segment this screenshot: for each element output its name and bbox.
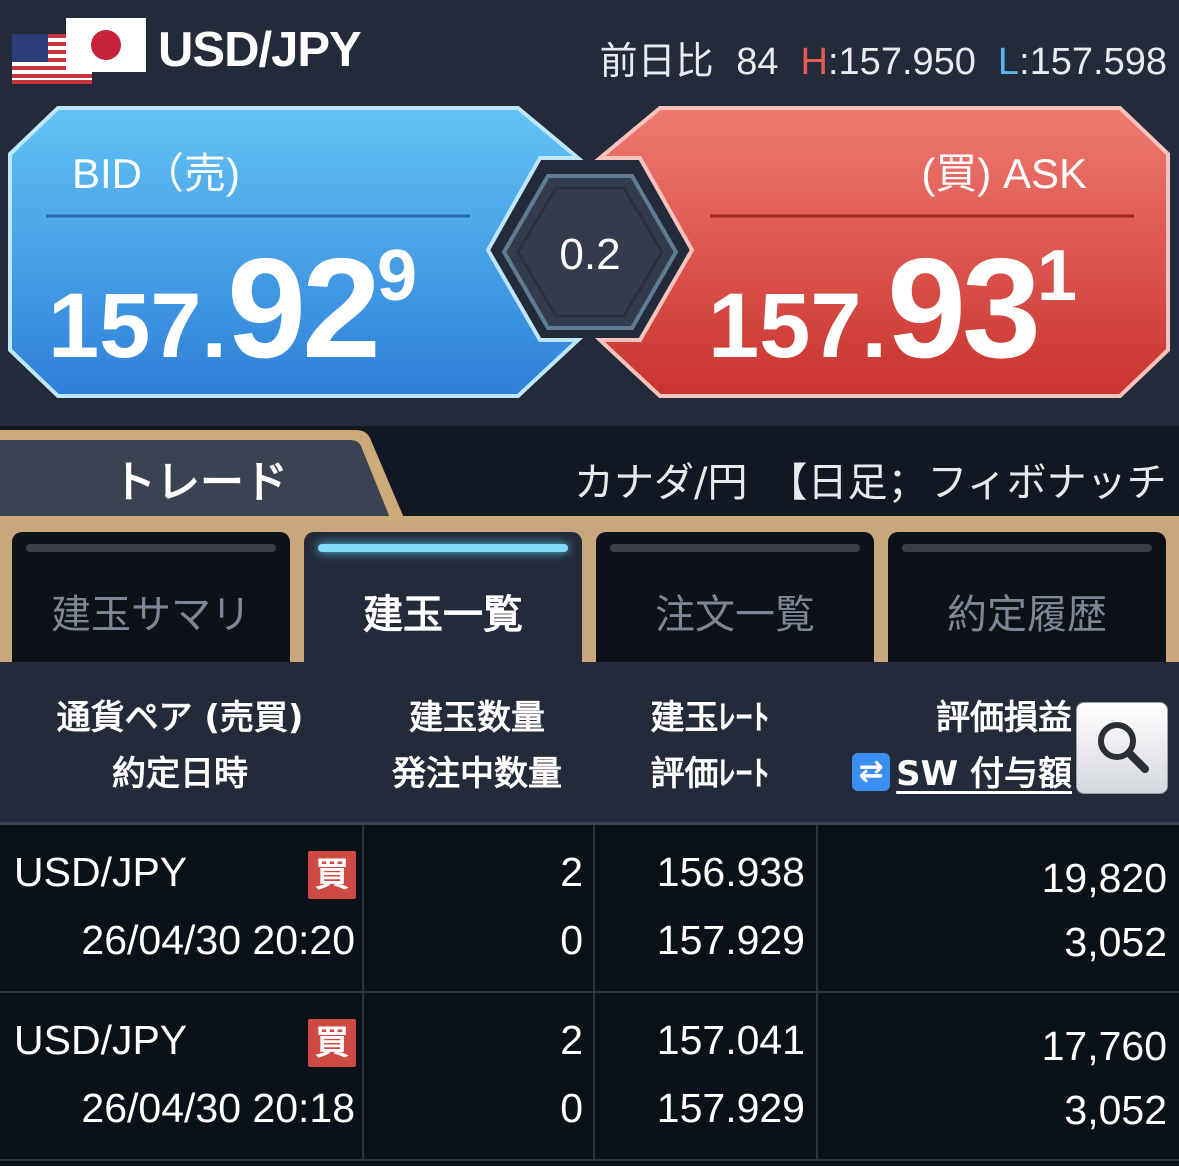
trade-tab-label: トレード	[112, 457, 288, 508]
swap-toggle[interactable]: ⇄ SW 付与額	[840, 746, 1072, 802]
change-value: 84	[736, 41, 779, 83]
tab-label: 建玉サマリ	[51, 592, 251, 638]
currency-pair-title: USD/JPY	[158, 23, 362, 77]
tab-indicator	[610, 544, 860, 552]
row-swap: 3,052	[1064, 919, 1167, 965]
tab-label: 約定履歴	[947, 592, 1107, 638]
row-datetime: 26/04/30 20:18	[81, 1085, 355, 1131]
row-datetime: 26/04/30 20:20	[81, 917, 355, 963]
high-value: 157.950	[838, 41, 976, 83]
column-divider	[816, 993, 818, 1161]
ask-price-pip: 1	[1037, 236, 1078, 316]
column-pnl: 評価損益 ⇄ SW 付与額	[840, 690, 1072, 802]
tab-indicator	[26, 544, 276, 552]
low-value: 157.598	[1029, 41, 1167, 83]
row-qty: 2	[560, 849, 583, 895]
tab-indicator	[902, 544, 1152, 552]
search-icon	[1098, 722, 1149, 773]
row-pair: USD/JPY	[14, 1017, 188, 1063]
swap-arrows-icon[interactable]: ⇄	[852, 752, 891, 791]
col-open-rate-label: 建玉ﾚｰﾄ	[650, 698, 770, 738]
daily-stats: 前日比 84 H:157.950 L:157.598	[599, 41, 1167, 83]
search-button[interactable]	[1076, 702, 1168, 794]
row-pending-qty: 0	[560, 917, 583, 963]
column-divider	[593, 993, 595, 1161]
row-swap: 3,052	[1064, 1087, 1167, 1133]
high-label: H	[800, 41, 828, 83]
col-swap-label[interactable]: SW 付与額	[896, 754, 1072, 794]
tab-order-list[interactable]: 注文一覧	[596, 532, 874, 662]
column-divider	[593, 825, 595, 993]
column-rate: 建玉ﾚｰﾄ 評価ﾚｰﾄ	[610, 690, 810, 802]
tab-label: 建玉一覧	[363, 592, 523, 638]
tab-position-summary[interactable]: 建玉サマリ	[12, 532, 290, 662]
row-pnl: 19,820	[1041, 855, 1167, 901]
column-divider	[362, 825, 364, 993]
col-eval-rate-label: 評価ﾚｰﾄ	[650, 754, 770, 794]
col-pending-label: 発注中数量	[392, 754, 562, 794]
tab-position-list[interactable]: 建玉一覧	[304, 532, 582, 662]
bid-price[interactable]: 157.929	[48, 238, 417, 380]
row-qty: 2	[560, 1017, 583, 1063]
ask-label: (買) ASK	[921, 150, 1087, 197]
change-label: 前日比	[599, 41, 714, 83]
column-divider	[816, 825, 818, 993]
column-quantity: 建玉数量 発注中数量	[372, 690, 582, 802]
row-eval-rate: 157.929	[656, 917, 805, 963]
row-eval-rate: 157.929	[656, 1085, 805, 1131]
table-row[interactable]: USD/JPY 買 26/04/30 20:18 2 0 157.041 157…	[0, 993, 1179, 1161]
buy-badge: 買	[308, 851, 356, 899]
table-row[interactable]: USD/JPY 買 26/04/30 20:20 2 0 156.938 157…	[0, 825, 1179, 993]
column-divider	[362, 993, 364, 1161]
tab-execution-history[interactable]: 約定履歴	[888, 532, 1166, 662]
tab-indicator-active	[318, 544, 568, 552]
col-pair-label: 通貨ペア (売買)	[56, 698, 304, 738]
row-pnl: 17,760	[1041, 1023, 1167, 1069]
bid-price-prefix: 157.	[48, 275, 228, 377]
col-pnl-label: 評価損益	[936, 698, 1072, 738]
jp-flag-icon	[66, 18, 146, 72]
bid-price-pip: 9	[377, 236, 418, 316]
row-pair: USD/JPY	[14, 849, 188, 895]
low-label: L	[997, 41, 1020, 83]
col-datetime-label: 約定日時	[112, 754, 248, 794]
ask-price[interactable]: 157.931	[708, 238, 1077, 380]
row-pending-qty: 0	[560, 1085, 583, 1131]
row-open-rate: 156.938	[656, 849, 805, 895]
row-open-rate: 157.041	[656, 1017, 805, 1063]
bid-label: BID（売)	[72, 150, 241, 197]
news-ticker[interactable]: カナダ/円 【日足；フィボナッチ	[574, 450, 1167, 508]
ask-price-prefix: 157.	[708, 275, 888, 377]
col-qty-label: 建玉数量	[409, 698, 545, 738]
buy-badge: 買	[308, 1019, 356, 1067]
bid-price-main: 92	[227, 229, 381, 388]
tab-label: 注文一覧	[655, 592, 815, 638]
spread-value: 0.2	[559, 230, 621, 279]
position-table: USD/JPY 買 26/04/30 20:20 2 0 156.938 157…	[0, 825, 1179, 1166]
column-pair-datetime: 通貨ペア (売買) 約定日時	[30, 690, 330, 802]
row-divider	[0, 1159, 1179, 1161]
ask-price-main: 93	[887, 229, 1041, 388]
